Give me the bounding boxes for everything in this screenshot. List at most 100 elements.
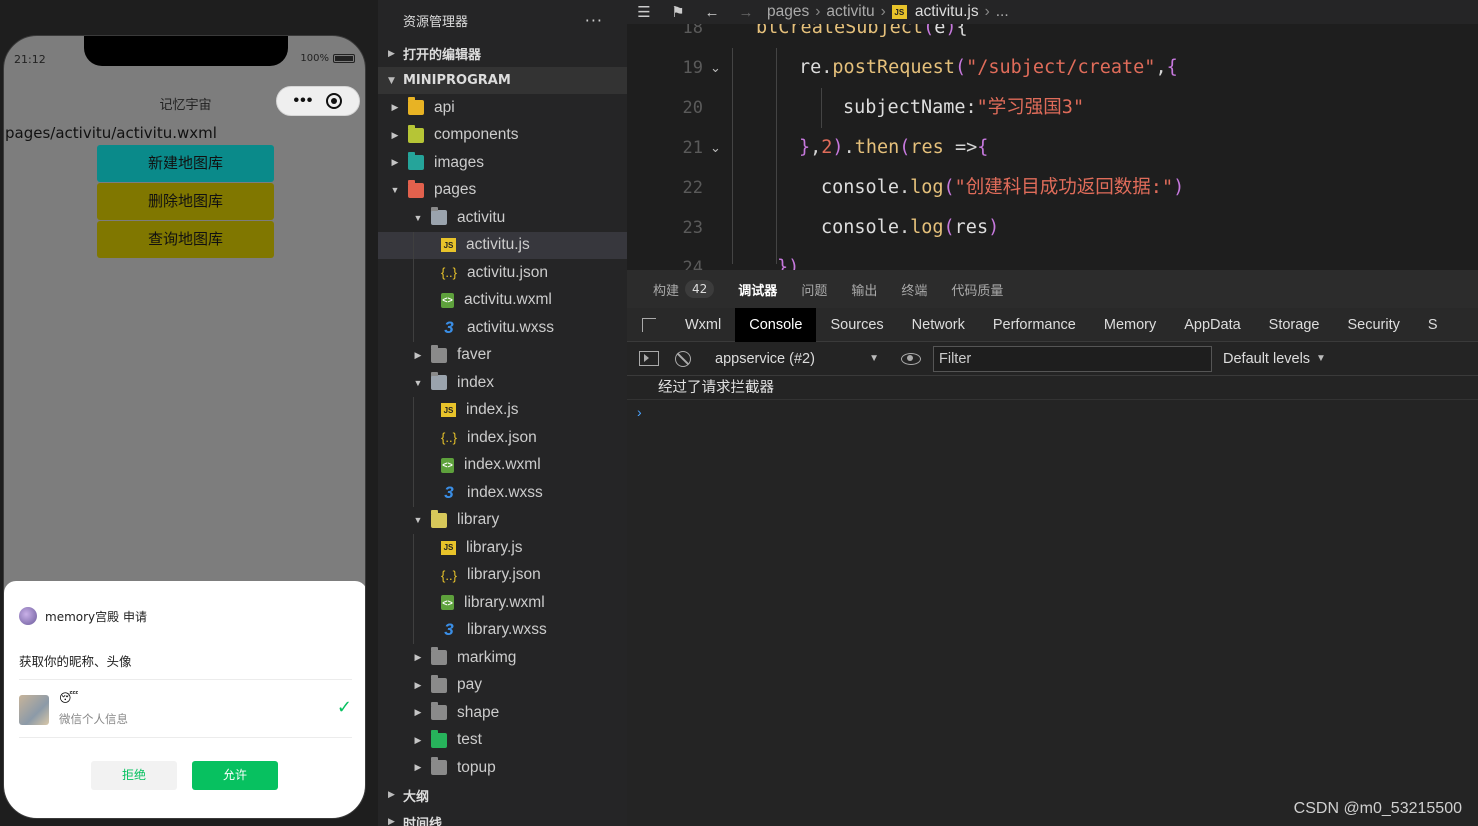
tree-item[interactable]: <> activitu.wxml xyxy=(378,286,627,314)
tab-appdata[interactable]: AppData xyxy=(1170,308,1254,342)
close-miniprogram-icon[interactable] xyxy=(326,93,343,109)
tree-item[interactable]: 3 activitu.wxss xyxy=(378,314,627,342)
breadcrumb-item[interactable]: ... xyxy=(996,3,1009,21)
section-open-editors[interactable]: ▶ 打开的编辑器 xyxy=(378,40,627,67)
indent-guide xyxy=(413,286,414,314)
indent-guide xyxy=(413,259,414,287)
tab-memory[interactable]: Memory xyxy=(1090,308,1170,342)
tree-item[interactable]: ▶ faver xyxy=(378,342,627,370)
tab-output[interactable]: 输出 xyxy=(851,280,877,299)
capsule-menu[interactable]: ••• xyxy=(276,86,360,116)
indent-guide xyxy=(821,88,822,128)
line-number: 24 xyxy=(682,258,703,270)
tab-console[interactable]: Console xyxy=(735,307,817,342)
tree-item-label: api xyxy=(434,98,455,116)
console-toolbar: appservice (#2) ▼ Default levels ▼ xyxy=(627,342,1478,376)
chevron-right-icon: ▶ xyxy=(388,817,395,826)
tree-item[interactable]: ▶ topup xyxy=(378,754,627,782)
create-map-library-button[interactable]: 新建地图库 xyxy=(97,145,274,182)
tab-terminal[interactable]: 终端 xyxy=(901,280,927,299)
tree-item[interactable]: JS index.js xyxy=(378,396,627,424)
user-info-label: 微信个人信息 xyxy=(59,712,128,726)
indent-guide xyxy=(413,451,414,479)
code-text: console.log(res) xyxy=(821,208,999,248)
tree-item[interactable]: <> index.wxml xyxy=(378,451,627,479)
user-info-option[interactable]: 😴 微信个人信息 ✓ xyxy=(19,689,352,739)
tab-security[interactable]: Security xyxy=(1333,308,1413,342)
tree-item[interactable]: JS library.js xyxy=(378,534,627,562)
tree-item[interactable]: {..} library.json xyxy=(378,561,627,589)
tree-item[interactable]: ▶ components xyxy=(378,122,627,150)
console-prompt[interactable]: › xyxy=(627,400,1478,424)
context-selector[interactable]: appservice (#2) ▼ xyxy=(715,351,879,367)
tab-performance[interactable]: Performance xyxy=(979,308,1090,342)
tab-storage[interactable]: Storage xyxy=(1255,308,1334,342)
tree-item[interactable]: ▼ activitu xyxy=(378,204,627,232)
tab-build[interactable]: 构建 42 xyxy=(653,280,715,299)
fold-chevron-icon[interactable]: ⌄ xyxy=(710,128,721,168)
tree-item-label: topup xyxy=(457,758,496,776)
query-map-library-button[interactable]: 查询地图库 xyxy=(97,221,274,258)
chevron-right-icon: › xyxy=(880,3,886,20)
tab-problems[interactable]: 问题 xyxy=(801,280,827,299)
show-sidebar-icon[interactable] xyxy=(639,351,659,366)
auth-description: 获取你的昵称、头像 xyxy=(19,654,132,669)
section-label: 时间线 xyxy=(403,816,443,826)
tab-debugger[interactable]: 调试器 xyxy=(738,280,777,299)
tree-item[interactable]: ▶ markimg xyxy=(378,644,627,672)
code-token: postRequest xyxy=(832,57,955,78)
bookmark-icon[interactable]: ⚑ xyxy=(661,3,695,21)
breadcrumb-item[interactable]: activitu xyxy=(826,3,874,21)
tree-item[interactable]: ▶ shape xyxy=(378,699,627,727)
code-token: res xyxy=(910,137,944,158)
code-token: ) xyxy=(1173,177,1185,198)
tree-item[interactable]: ▶ images xyxy=(378,149,627,177)
log-levels-dropdown[interactable]: Default levels ▼ xyxy=(1223,351,1326,367)
tree-item[interactable]: ▶ test xyxy=(378,727,627,755)
code-token: log xyxy=(910,217,944,238)
section-timeline[interactable]: ▶ 时间线 xyxy=(378,809,627,826)
clear-console-icon[interactable] xyxy=(675,350,691,367)
tree-item[interactable]: 3 index.wxss xyxy=(378,479,627,507)
code-token: "/subject/create" xyxy=(966,57,1156,78)
tree-item[interactable]: 3 library.wxss xyxy=(378,616,627,644)
tab-wxml[interactable]: Wxml xyxy=(671,308,735,342)
indent-guide xyxy=(413,231,414,259)
folder-icon xyxy=(408,124,424,143)
tree-item[interactable]: {..} activitu.json xyxy=(378,259,627,287)
tree-item[interactable]: ▶ api xyxy=(378,94,627,122)
filter-input[interactable] xyxy=(933,345,1212,372)
list-icon[interactable]: ☰ xyxy=(627,3,661,21)
tree-item[interactable]: ▼ index xyxy=(378,369,627,397)
tree-item[interactable]: <> library.wxml xyxy=(378,589,627,617)
tree-item[interactable]: JS activitu.js xyxy=(378,231,627,259)
delete-map-library-button[interactable]: 删除地图库 xyxy=(97,183,274,220)
tree-item[interactable]: {..} index.json xyxy=(378,424,627,452)
code-token: res xyxy=(954,217,989,238)
more-actions-icon[interactable]: ··· xyxy=(585,11,603,30)
allow-button[interactable]: 允许 xyxy=(192,761,278,790)
code-token: 2 xyxy=(821,137,833,158)
tree-item[interactable]: ▼ library xyxy=(378,507,627,535)
breadcrumb-item[interactable]: pages xyxy=(767,3,809,21)
forward-arrow-icon[interactable]: → xyxy=(729,4,763,21)
tree-item[interactable]: ▶ pay xyxy=(378,672,627,700)
tab-code-quality[interactable]: 代码质量 xyxy=(951,280,1003,299)
inspect-element-icon[interactable] xyxy=(627,308,671,342)
tab-network[interactable]: Network xyxy=(898,308,979,342)
tab-overflow[interactable]: S xyxy=(1414,308,1452,342)
tree-item[interactable]: ▼ pages xyxy=(378,177,627,205)
back-arrow-icon[interactable]: ← xyxy=(695,4,729,21)
reject-button[interactable]: 拒绝 xyxy=(91,761,177,790)
more-dots-icon[interactable]: ••• xyxy=(294,92,314,110)
tab-sources[interactable]: Sources xyxy=(816,308,897,342)
code-token: console xyxy=(821,177,899,198)
live-expression-eye-icon[interactable] xyxy=(901,352,921,365)
fold-chevron-icon[interactable]: ⌄ xyxy=(710,48,721,88)
section-project[interactable]: ▼ MINIPROGRAM xyxy=(378,67,627,94)
breadcrumb-item[interactable]: activitu.js xyxy=(915,3,979,21)
folder-open-icon xyxy=(431,372,447,391)
section-label: 打开的编辑器 xyxy=(403,48,482,63)
section-outline[interactable]: ▶ 大纲 xyxy=(378,782,627,809)
user-nickname: 😴 xyxy=(59,691,79,705)
